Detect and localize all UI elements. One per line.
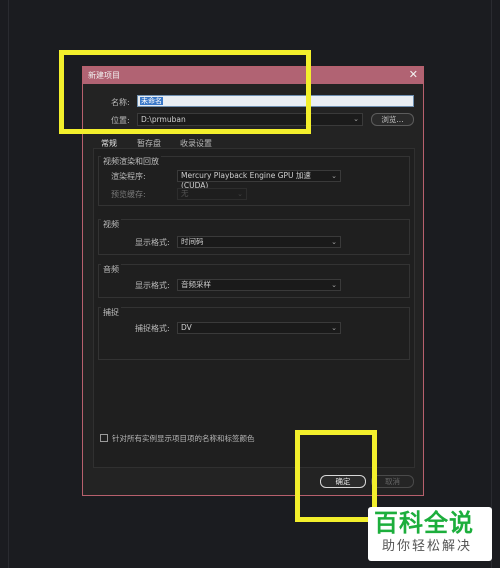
watermark-logo: 百科全说 助你轻松解决 <box>368 507 492 561</box>
video-section: 视频 显示格式: 时间码 ⌄ <box>98 219 410 255</box>
capture-format-select[interactable]: DV ⌄ <box>177 322 341 334</box>
video-display-format-select[interactable]: 时间码 ⌄ <box>177 236 341 248</box>
audio-section: 音频 显示格式: 音频采样 ⌄ <box>98 264 410 298</box>
chevron-down-icon: ⌄ <box>331 172 337 180</box>
name-value: 未命名 <box>140 97 163 105</box>
settings-panel: 视频渲染和回放 渲染程序: Mercury Playback Engine GP… <box>93 148 415 468</box>
preview-cache-value: 无 <box>181 189 189 198</box>
new-project-dialog: 新建项目 ✕ 名称: 未命名 位置: D:\prmuban ⌄ 浏览... 常规… <box>82 66 424 496</box>
name-field[interactable]: 未命名 <box>137 95 414 107</box>
watermark-sub-text: 助你轻松解决 <box>382 539 473 554</box>
chevron-down-icon: ⌄ <box>331 238 337 246</box>
renderer-select[interactable]: Mercury Playback Engine GPU 加速 (CUDA) ⌄ <box>177 170 341 190</box>
audio-display-format-value: 音频采样 <box>181 280 211 289</box>
close-icon[interactable]: ✕ <box>409 69 418 80</box>
chevron-down-icon: ⌄ <box>331 281 337 289</box>
chevron-down-icon: ⌄ <box>237 190 243 198</box>
preview-cache-select: 无 ⌄ <box>177 188 247 200</box>
capture-title: 捕捉 <box>101 307 121 318</box>
chevron-down-icon: ⌄ <box>331 324 337 332</box>
chevron-down-icon: ⌄ <box>353 115 359 123</box>
preview-cache-label: 预览缓存: <box>111 190 146 199</box>
dialog-titlebar: 新建项目 ✕ <box>83 67 423 84</box>
renderer-label: 渲染程序: <box>111 172 146 181</box>
audio-title: 音频 <box>101 264 121 275</box>
video-display-format-value: 时间码 <box>181 237 204 246</box>
dialog-title: 新建项目 <box>88 71 120 80</box>
show-labels-label: 针对所有实例显示项目项的名称和标签颜色 <box>112 434 255 443</box>
capture-section: 捕捉 捕捉格式: DV ⌄ <box>98 307 410 360</box>
capture-format-label: 捕捉格式: <box>135 324 170 333</box>
browse-button[interactable]: 浏览... <box>371 113 414 126</box>
location-select[interactable]: D:\prmuban ⌄ <box>137 113 363 126</box>
video-title: 视频 <box>101 219 121 230</box>
video-display-format-label: 显示格式: <box>135 238 170 247</box>
show-labels-checkbox[interactable] <box>100 434 108 442</box>
audio-display-format-label: 显示格式: <box>135 281 170 290</box>
name-label: 名称: <box>111 98 130 107</box>
location-label: 位置: <box>111 116 130 125</box>
watermark-main-text: 百科全说 <box>374 509 474 537</box>
cancel-button[interactable]: 取消 <box>371 475 414 488</box>
location-value: D:\prmuban <box>141 115 186 124</box>
video-render-title: 视频渲染和回放 <box>101 156 161 167</box>
tab-general-label: 常规 <box>101 139 117 148</box>
audio-display-format-select[interactable]: 音频采样 ⌄ <box>177 279 341 291</box>
ok-button[interactable]: 确定 <box>320 475 366 488</box>
video-render-section: 视频渲染和回放 渲染程序: Mercury Playback Engine GP… <box>98 156 410 206</box>
capture-format-value: DV <box>181 323 192 332</box>
